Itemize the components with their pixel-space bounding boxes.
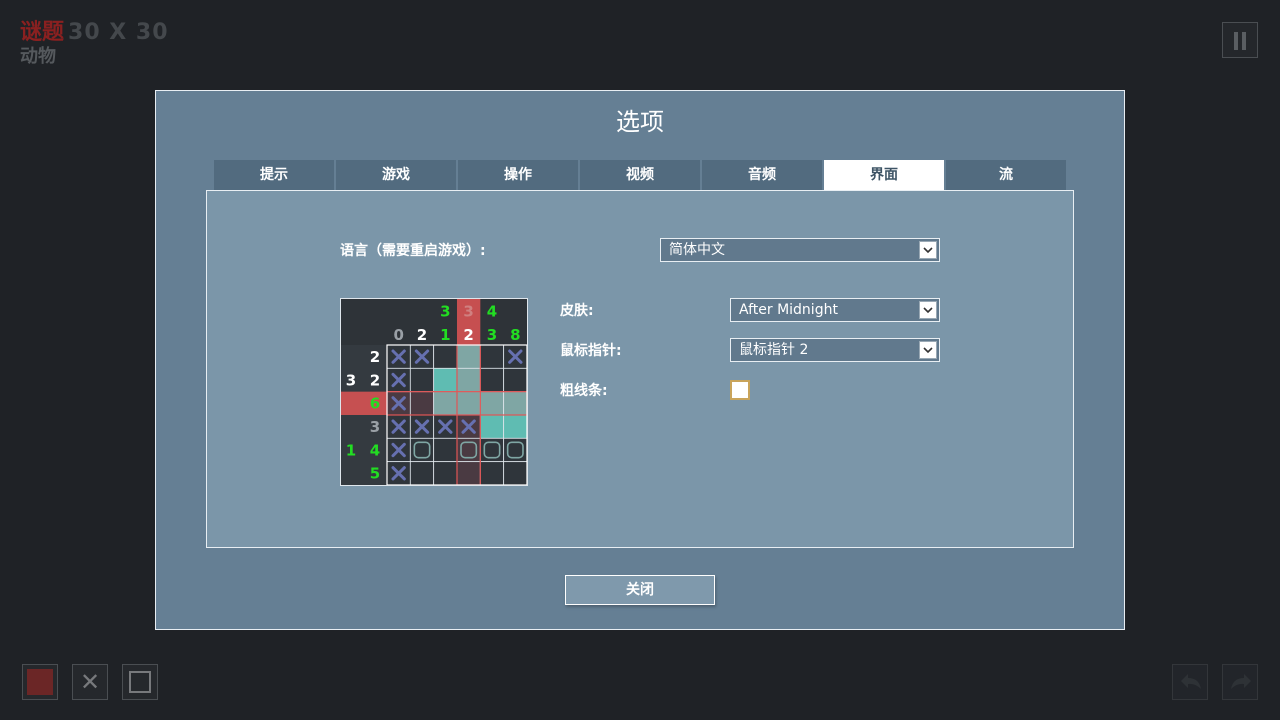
- column-clue: 2: [463, 326, 473, 344]
- chevron-down-icon: [919, 341, 937, 359]
- puzzle-size: 30 X 30: [68, 20, 169, 45]
- column-clue: 3: [463, 303, 473, 321]
- column-clue: 3: [440, 303, 450, 321]
- grid-cell: [479, 461, 505, 485]
- column-clue: 3: [487, 326, 497, 344]
- puzzle-header-line: 谜题 30 X 30: [20, 20, 169, 46]
- grid-cell: [433, 437, 458, 463]
- grid-cell: [433, 367, 458, 393]
- puzzle-title: 谜题 30 X 30 动物: [20, 20, 169, 68]
- grid-cell: [479, 344, 505, 369]
- row-clue: 1: [346, 441, 356, 459]
- skin-preview: 02313243823263145: [340, 298, 528, 486]
- row-clue: 2: [370, 348, 380, 366]
- grid-cell: [433, 391, 458, 416]
- fill-tool-button[interactable]: [22, 664, 58, 700]
- redo-arrow-icon: [1231, 674, 1251, 689]
- grid-cell: [479, 391, 505, 416]
- nonogram-preview: 0 2313243 823 2631 45: [341, 299, 527, 485]
- tab-video[interactable]: 视频: [580, 160, 700, 190]
- interface-panel: 语言（需要重启游戏）: 简体中文 02313243823263145 皮肤: A…: [206, 190, 1074, 548]
- grid-cell: [503, 461, 527, 485]
- column-clue: 0: [393, 326, 403, 344]
- column-clue: 1: [440, 326, 450, 344]
- column-clue: 2: [417, 326, 427, 344]
- grid-cell: [503, 414, 527, 439]
- grid-cell: [433, 344, 458, 369]
- grid-cell: [503, 391, 527, 416]
- column-clue: 8: [510, 326, 520, 344]
- chevron-down-icon: [919, 241, 937, 259]
- tab-controls[interactable]: 操作: [458, 160, 578, 190]
- skin-value: After Midnight: [739, 302, 838, 318]
- row-clue: 3: [370, 418, 380, 436]
- pause-icon-bar: [1242, 32, 1246, 50]
- row-clue: 3: [346, 371, 356, 389]
- chevron-down-icon: [919, 301, 937, 319]
- options-dialog: 选项 提示 游戏 操作 视频 音频 界面 流 语言（需要重启游戏）: 简体中文 …: [155, 90, 1125, 630]
- column-clue: 4: [487, 303, 497, 321]
- cross-tool-button[interactable]: ✕: [72, 664, 108, 700]
- language-value: 简体中文: [669, 242, 725, 258]
- grid-cell: [456, 391, 481, 416]
- fill-square-icon: [27, 669, 53, 695]
- pause-button[interactable]: [1222, 22, 1258, 58]
- cross-icon: ✕: [79, 668, 101, 696]
- skin-select[interactable]: After Midnight: [730, 298, 940, 322]
- row-clue: 6: [370, 395, 380, 413]
- tab-hints[interactable]: 提示: [214, 160, 334, 190]
- cursor-select[interactable]: 鼠标指针 2: [730, 338, 940, 362]
- empty-square-icon: [129, 671, 151, 693]
- row-clue: 5: [370, 465, 380, 483]
- language-select[interactable]: 简体中文: [660, 238, 940, 262]
- tab-game[interactable]: 游戏: [336, 160, 456, 190]
- dialog-title: 选项: [616, 108, 664, 136]
- grid-cell: [479, 367, 505, 393]
- skin-label: 皮肤:: [560, 303, 594, 319]
- puzzle-category: 动物: [20, 46, 56, 67]
- undo-button[interactable]: [1172, 664, 1208, 700]
- row-clue: 2: [370, 371, 380, 389]
- thick-lines-checkbox[interactable]: [730, 380, 750, 400]
- redo-button[interactable]: [1222, 664, 1258, 700]
- grid-cell: [433, 461, 458, 485]
- box-tool-button[interactable]: [122, 664, 158, 700]
- grid-cell: [456, 367, 481, 393]
- cursor-label: 鼠标指针:: [560, 343, 622, 359]
- grid-cell: [409, 461, 435, 485]
- cursor-value: 鼠标指针 2: [739, 342, 809, 358]
- pause-icon: [1234, 32, 1238, 50]
- tab-stream[interactable]: 流: [946, 160, 1066, 190]
- puzzle-label: 谜题: [20, 20, 65, 45]
- grid-cell: [456, 461, 481, 485]
- thick-lines-label: 粗线条:: [560, 383, 608, 399]
- grid-cell: [479, 414, 505, 439]
- undo-arrow-icon: [1181, 674, 1201, 689]
- grid-cell: [503, 367, 527, 393]
- column-clue-area: [341, 299, 527, 345]
- tab-interface[interactable]: 界面: [824, 160, 944, 190]
- grid-cell: [456, 344, 481, 369]
- row-clue: 4: [370, 441, 380, 459]
- grid-cell: [409, 391, 435, 416]
- tab-audio[interactable]: 音频: [702, 160, 822, 190]
- grid-cell: [409, 367, 435, 393]
- close-button[interactable]: 关闭: [565, 575, 715, 605]
- language-label: 语言（需要重启游戏）:: [340, 243, 486, 259]
